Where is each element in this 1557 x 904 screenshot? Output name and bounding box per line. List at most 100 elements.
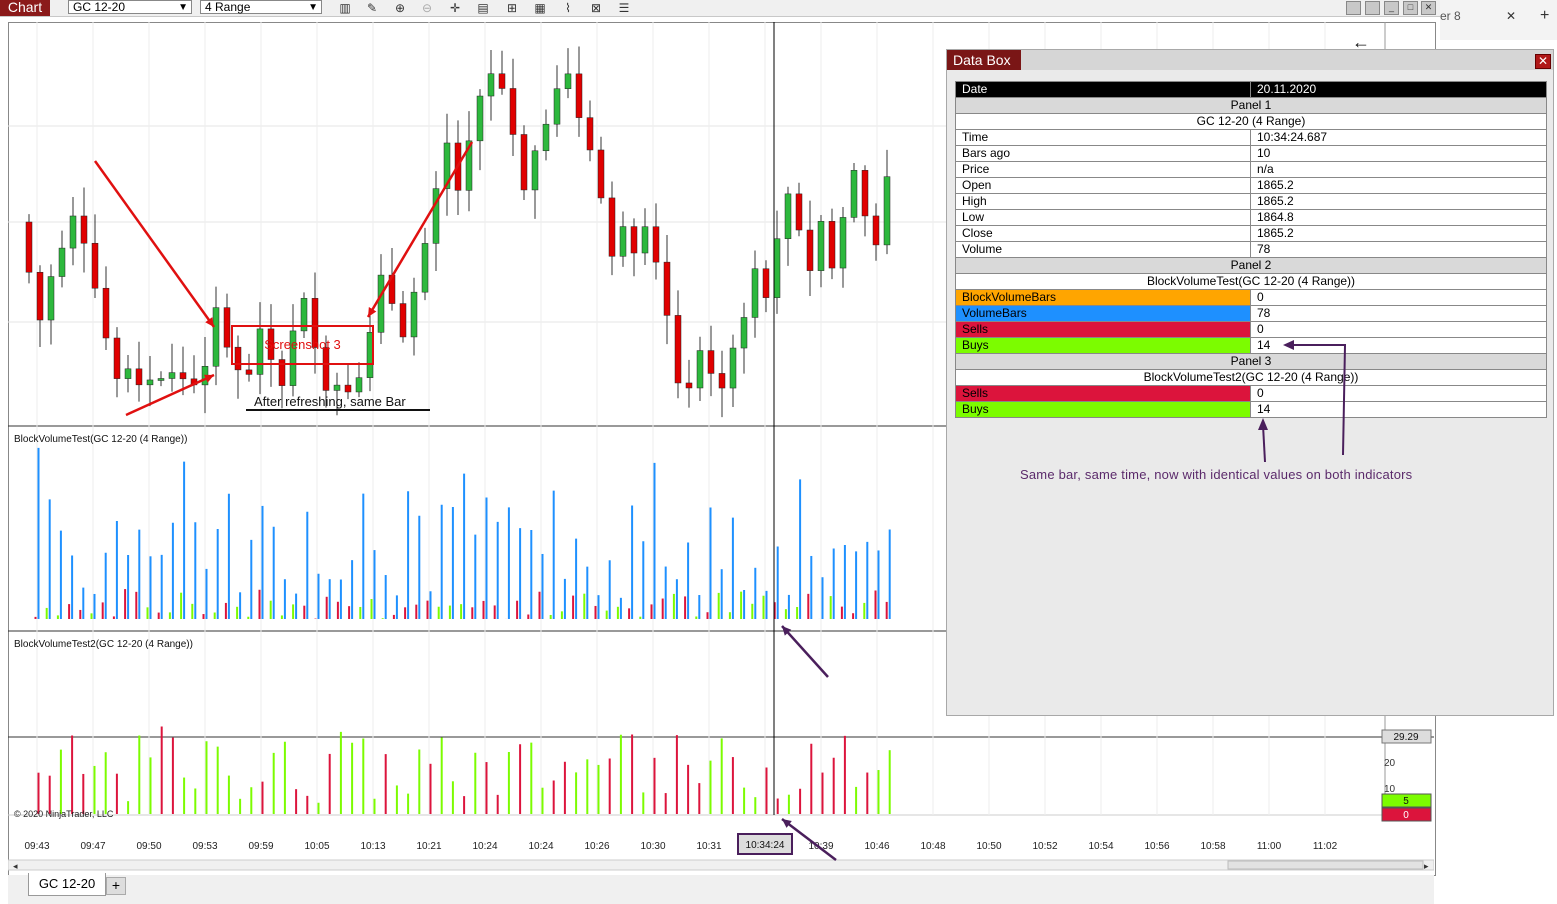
- candle-body: [641, 226, 649, 254]
- date-row: Date 20.11.2020: [955, 81, 1547, 98]
- candle-body: [223, 307, 231, 348]
- candle-body: [817, 221, 825, 271]
- candle-body: [377, 274, 385, 333]
- candle-body: [91, 242, 99, 289]
- panel-3-indicator-row: BlockVolumeTest2(GC 12-20 (4 Range)): [955, 369, 1547, 386]
- candle-body: [707, 350, 715, 374]
- candle-body: [69, 215, 77, 249]
- plot-value: 0: [1250, 289, 1547, 306]
- period-selector[interactable]: 4 Range ▼: [200, 0, 322, 14]
- plot-row: Sells 0: [955, 321, 1547, 338]
- tab-gc-12-20[interactable]: GC 12-20: [28, 873, 106, 896]
- data-value: n/a: [1250, 161, 1547, 178]
- maximize-icon[interactable]: □: [1403, 1, 1418, 15]
- data-value: 1865.2: [1250, 177, 1547, 194]
- pencil-icon[interactable]: ✎: [365, 1, 379, 15]
- strategies-icon[interactable]: ▦: [533, 1, 547, 15]
- candle-body: [421, 243, 429, 293]
- candle-body: [762, 268, 770, 298]
- zoom-in-icon[interactable]: ⊕: [393, 1, 407, 15]
- plot-key: Sells: [955, 321, 1251, 338]
- time-axis-label: 10:26: [584, 841, 609, 852]
- panel-2-label: BlockVolumeTest(GC 12-20 (4 Range)): [14, 434, 187, 445]
- date-value: 20.11.2020: [1250, 81, 1547, 98]
- candle-body: [487, 73, 495, 97]
- time-axis-label: 09:50: [136, 841, 161, 852]
- data-value: 78: [1250, 241, 1547, 258]
- candle-body: [619, 226, 627, 257]
- candle-body: [685, 382, 693, 389]
- candle-body: [476, 95, 484, 142]
- time-axis-label: 10:58: [1200, 841, 1225, 852]
- price-marker-value: 29.29: [1393, 732, 1418, 743]
- annotation-arrow: [366, 141, 474, 318]
- plot-row: Buys 14: [955, 401, 1547, 418]
- data-row: Price n/a: [955, 161, 1547, 178]
- time-axis-label: 10:05: [304, 841, 329, 852]
- time-axis-label: 09:47: [80, 841, 105, 852]
- plot-key: VolumeBars: [955, 305, 1251, 322]
- properties-icon[interactable]: ▤: [476, 1, 490, 15]
- candle-body: [652, 226, 660, 263]
- candle-body: [80, 215, 88, 244]
- instrument-selector[interactable]: GC 12-20 ▼: [68, 0, 192, 14]
- data-box-window[interactable]: Data Box ✕ Date 20.11.2020 Panel 1 GC 12-20…: [946, 49, 1554, 716]
- data-row: Low 1864.8: [955, 209, 1547, 226]
- data-value: 1865.2: [1250, 225, 1547, 242]
- candle-body: [124, 368, 132, 379]
- bar-chart-icon[interactable]: ▥: [338, 1, 352, 15]
- browser-new-tab-icon[interactable]: +: [1540, 7, 1549, 25]
- browser-tab-label[interactable]: er 8: [1440, 9, 1461, 23]
- close-icon[interactable]: ✕: [1421, 1, 1436, 15]
- indicators-icon[interactable]: ⊞: [505, 1, 519, 15]
- sell-tag-value: 0: [1403, 810, 1409, 821]
- plot-value: 0: [1250, 321, 1547, 338]
- restore-icon[interactable]: [1365, 1, 1380, 15]
- plot-value: 78: [1250, 305, 1547, 322]
- data-box-close-icon[interactable]: ✕: [1535, 54, 1551, 69]
- crosshair-icon[interactable]: ✛: [448, 1, 462, 15]
- time-axis-label: 10:48: [920, 841, 945, 852]
- plot-row: Sells 0: [955, 385, 1547, 402]
- candle-body: [509, 88, 517, 135]
- minimize-window-icon[interactable]: _: [1384, 1, 1399, 15]
- browser-tab-close-icon[interactable]: ✕: [1506, 9, 1516, 23]
- time-axis-label: 09:43: [24, 841, 49, 852]
- plot-value: 14: [1250, 401, 1547, 418]
- zoom-out-icon[interactable]: ⊖: [420, 1, 434, 15]
- draw-icon[interactable]: ⌇: [561, 1, 575, 15]
- candle-body: [553, 88, 561, 125]
- add-tab-button[interactable]: +: [106, 877, 126, 895]
- panel-2-row: Panel 2: [955, 257, 1547, 274]
- data-box-table: Date 20.11.2020 Panel 1 GC 12-20 (4 Range) T…: [955, 81, 1547, 418]
- plot-key: BlockVolumeBars: [955, 289, 1251, 306]
- plot-row: VolumeBars 78: [955, 305, 1547, 322]
- time-axis-label: 10:46: [864, 841, 889, 852]
- buy-tag-value: 5: [1403, 796, 1409, 807]
- candle-body: [586, 117, 594, 151]
- data-value: 10: [1250, 145, 1547, 162]
- data-key: Open: [955, 177, 1251, 194]
- candle-body: [36, 271, 44, 321]
- menu-icon[interactable]: ☰: [617, 1, 631, 15]
- template-icon[interactable]: ⊠: [589, 1, 603, 15]
- data-row: Close 1865.2: [955, 225, 1547, 242]
- data-value: 1864.8: [1250, 209, 1547, 226]
- candle-body: [531, 150, 539, 191]
- candle-body: [608, 197, 616, 257]
- candle-body: [872, 215, 880, 246]
- candle-body: [212, 307, 220, 367]
- panel-1-row: Panel 1: [955, 97, 1547, 114]
- time-axis-label: 10:30: [640, 841, 665, 852]
- candle-body: [663, 261, 671, 316]
- minimize-icon[interactable]: [1346, 1, 1361, 15]
- annotation-arrow: [93, 160, 216, 328]
- candle-body: [740, 317, 748, 349]
- candle-body: [102, 287, 110, 339]
- candle-body: [861, 170, 869, 217]
- candle-body: [47, 276, 55, 321]
- data-box-titlebar[interactable]: [947, 50, 1553, 70]
- price-axis-tick-label: 10: [1384, 784, 1396, 795]
- candle-body: [344, 384, 352, 393]
- time-axis-label: 09:53: [192, 841, 217, 852]
